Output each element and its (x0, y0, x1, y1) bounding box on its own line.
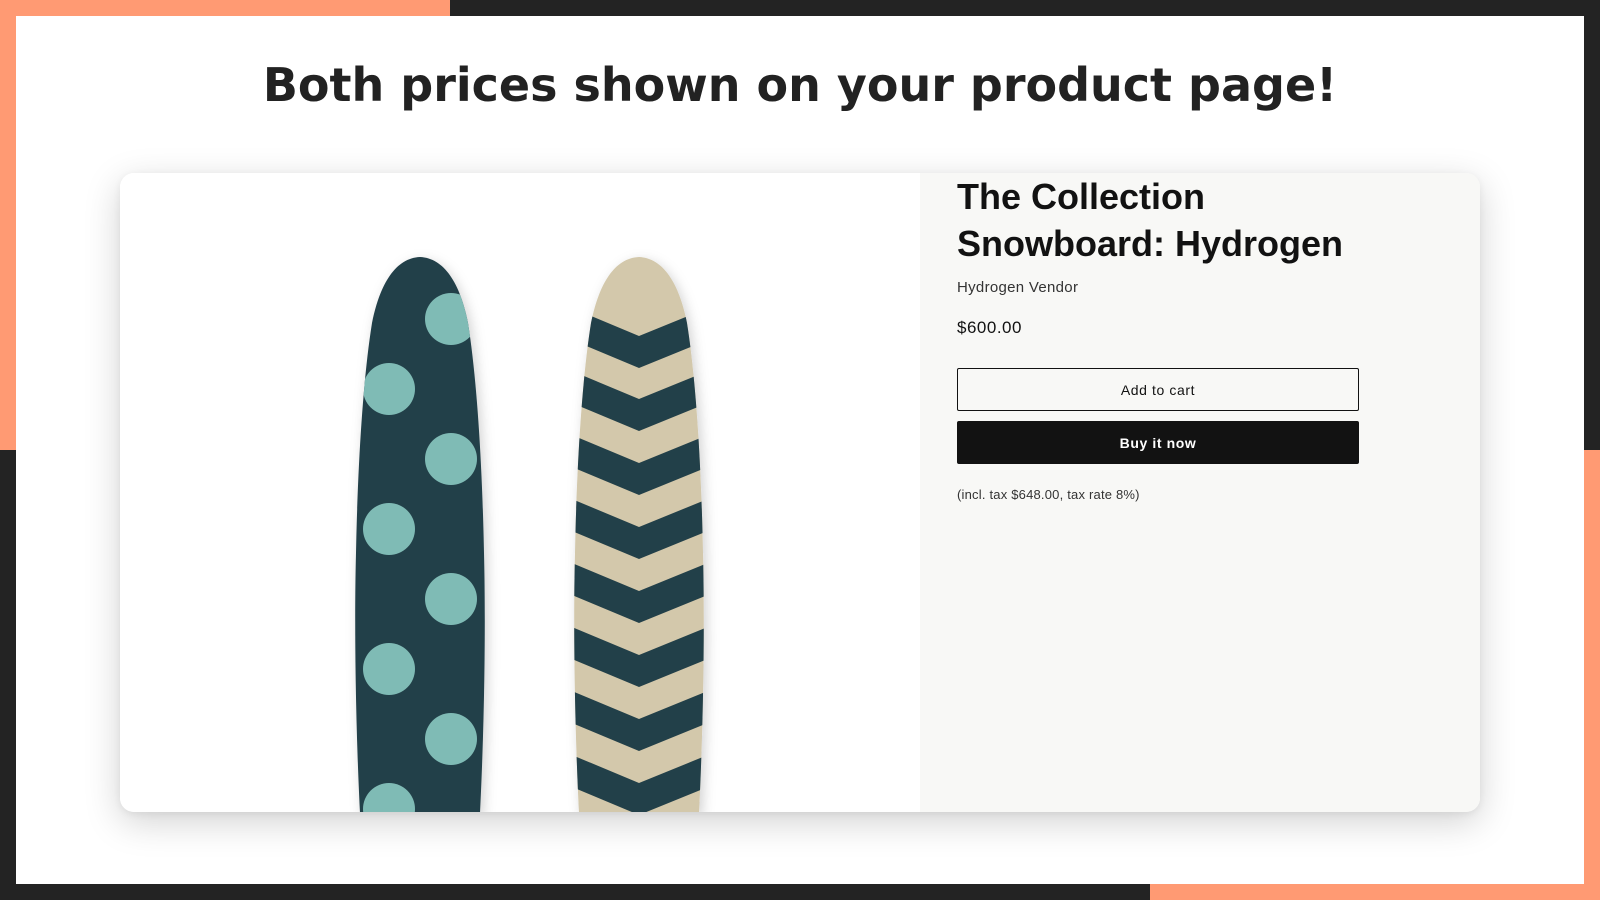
buy-it-now-button[interactable]: Buy it now (957, 421, 1359, 464)
product-info: The Collection Snowboard: Hydrogen Hydro… (920, 173, 1480, 812)
snowboard-chevrons (574, 257, 704, 812)
snowboard-dots (355, 257, 485, 812)
frame-accent-bottom-right (1150, 884, 1600, 900)
add-to-cart-button[interactable]: Add to cart (957, 368, 1359, 411)
product-title: The Collection Snowboard: Hydrogen (957, 176, 1343, 264)
product-vendor: Hydrogen Vendor (957, 279, 1079, 296)
promo-canvas: Both prices shown on your product page! (16, 16, 1584, 884)
frame-accent-top-left (0, 0, 450, 16)
product-card: The Collection Snowboard: Hydrogen Hydro… (120, 173, 1480, 812)
product-price: $600.00 (957, 318, 1022, 337)
promo-headline: Both prices shown on your product page! (262, 58, 1338, 112)
frame-accent-left (0, 0, 16, 450)
frame-accent-right (1584, 450, 1600, 900)
snowboard-pair-image (355, 257, 704, 812)
product-media (120, 173, 920, 812)
tax-inclusive-price-note: (incl. tax $648.00, tax rate 8%) (957, 487, 1140, 502)
